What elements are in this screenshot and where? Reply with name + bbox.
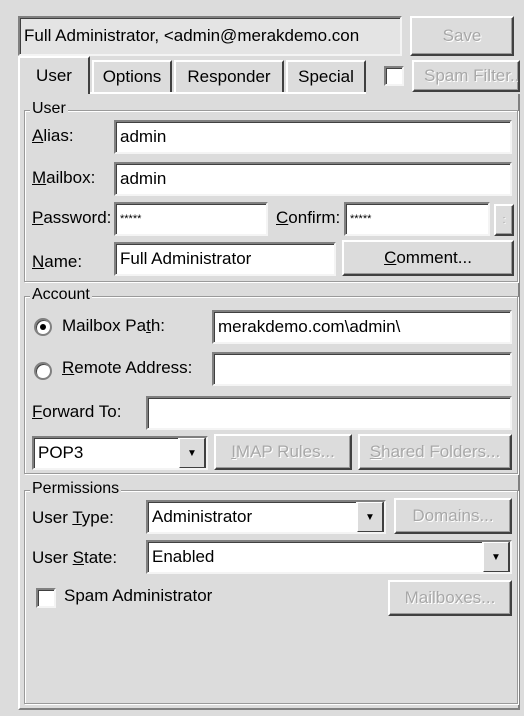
- protocol-select[interactable]: POP3 ▼: [32, 436, 208, 470]
- comment-button[interactable]: Comment...: [342, 240, 514, 276]
- alias-value: admin: [120, 127, 167, 146]
- password-label: Password:: [32, 208, 112, 227]
- tab-special[interactable]: Special: [286, 60, 366, 92]
- comment-button-label: Comment...: [384, 248, 472, 267]
- user-display-field: Full Administrator, <admin@merakdemo.con: [18, 16, 402, 56]
- imap-rules-button[interactable]: IMAP Rules...: [214, 434, 352, 470]
- protocol-value: POP3: [38, 443, 84, 462]
- remote-address-radio[interactable]: [34, 362, 52, 380]
- alias-input[interactable]: admin: [114, 120, 512, 154]
- mailbox-path-value: merakdemo.com\admin\: [218, 317, 401, 336]
- mailbox-value: admin: [120, 169, 167, 188]
- password-value: *****: [120, 213, 142, 225]
- user-state-select[interactable]: Enabled ▼: [146, 540, 512, 574]
- imap-rules-label: IMAP Rules...: [231, 442, 335, 461]
- user-type-label: User Type:: [32, 508, 114, 527]
- name-input[interactable]: Full Administrator: [114, 242, 336, 276]
- confirm-input[interactable]: *****: [344, 202, 490, 236]
- tab-responder-label: Responder: [187, 67, 271, 86]
- mailbox-path-radio[interactable]: [34, 318, 52, 336]
- account-group-legend: Account: [30, 286, 92, 304]
- tab-user[interactable]: User: [18, 56, 90, 94]
- tab-user-label: User: [36, 66, 72, 85]
- save-button[interactable]: Save: [410, 16, 514, 56]
- user-display-text: Full Administrator, <admin@merakdemo.con: [24, 26, 360, 45]
- permissions-group-legend: Permissions: [30, 480, 122, 498]
- mailbox-path-radio-dot: [40, 324, 46, 330]
- domains-label: Domains...: [412, 506, 494, 525]
- user-state-label: User State:: [32, 548, 118, 567]
- user-properties-panel: Full Administrator, <admin@merakdemo.con…: [0, 0, 524, 716]
- password-generate-button[interactable]: :: [494, 204, 514, 236]
- spam-admin-checkbox[interactable]: [36, 588, 56, 608]
- name-value: Full Administrator: [120, 249, 252, 268]
- password-input[interactable]: *****: [114, 202, 268, 236]
- remote-address-input[interactable]: [212, 352, 512, 386]
- user-type-select[interactable]: Administrator ▼: [146, 500, 386, 534]
- chevron-down-icon[interactable]: ▼: [356, 502, 384, 532]
- spam-filter-checkbox[interactable]: [384, 66, 404, 86]
- mailbox-path-input[interactable]: merakdemo.com\admin\: [212, 310, 512, 344]
- shared-folders-button[interactable]: Shared Folders...: [358, 434, 512, 470]
- user-state-value: Enabled: [152, 547, 215, 566]
- user-type-value: Administrator: [152, 507, 253, 526]
- tab-options-label: Options: [102, 67, 162, 86]
- mailbox-input[interactable]: admin: [114, 162, 512, 196]
- confirm-label: Confirm:: [276, 208, 341, 227]
- chevron-down-icon[interactable]: ▼: [178, 438, 206, 468]
- save-button-label: Save: [442, 26, 482, 45]
- confirm-value: *****: [350, 213, 372, 225]
- name-label: Name:: [32, 252, 83, 271]
- mailboxes-label: Mailboxes...: [404, 588, 496, 607]
- spam-filter-label: Spam Filter...: [424, 66, 520, 85]
- domains-button[interactable]: Domains...: [394, 498, 512, 534]
- tab-responder[interactable]: Responder: [174, 60, 284, 92]
- spam-admin-label: Spam Administrator: [64, 586, 213, 605]
- alias-label: Alias:: [32, 126, 74, 145]
- forward-to-label: Forward To:: [32, 402, 122, 421]
- shared-folders-label: Shared Folders...: [369, 442, 501, 461]
- password-generate-icon: :: [502, 214, 506, 226]
- tab-options[interactable]: Options: [92, 60, 172, 92]
- spam-filter-button[interactable]: Spam Filter...: [412, 60, 520, 92]
- tab-special-label: Special: [298, 67, 354, 86]
- user-group-legend: User: [30, 100, 68, 118]
- chevron-down-icon[interactable]: ▼: [482, 542, 510, 572]
- mailbox-label: Mailbox:: [32, 168, 96, 187]
- remote-address-label: Remote Address:: [62, 358, 193, 377]
- mailboxes-button[interactable]: Mailboxes...: [388, 580, 512, 616]
- forward-to-input[interactable]: [146, 396, 512, 430]
- mailbox-path-label: Mailbox Path:: [62, 316, 166, 335]
